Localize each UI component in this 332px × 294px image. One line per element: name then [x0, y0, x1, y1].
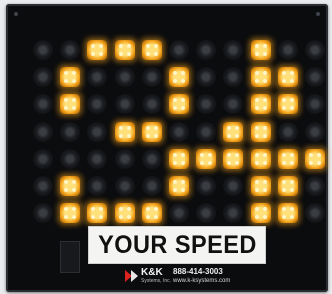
led-pixel-off: [305, 176, 325, 196]
led-pixel-off: [87, 121, 108, 142]
led-pixel-off: [196, 203, 217, 224]
led-pixel-off: [223, 203, 244, 224]
led-pixel-off: [305, 67, 325, 88]
led-pixel-off: [196, 67, 217, 88]
led-pixel-lit: [305, 148, 325, 169]
led-pixel-off: [114, 148, 135, 169]
led-pixel-off: [223, 67, 244, 88]
led-pixel-lit: [141, 203, 162, 224]
led-pixel-lit: [169, 148, 189, 169]
led-pixel-off: [33, 40, 53, 60]
led-pixel-lit: [250, 203, 271, 224]
led-pixel-lit: [277, 148, 298, 169]
led-pixel-off: [196, 176, 217, 196]
led-pixel-off: [141, 67, 162, 88]
led-pixel-off: [33, 148, 53, 169]
led-pixel-off: [196, 121, 217, 142]
kk-logo-icon: [125, 270, 139, 282]
led-pixel-lit: [169, 176, 189, 196]
led-pixel-off: [277, 40, 298, 60]
led-pixel-off: [60, 40, 81, 60]
led-pixel-lit: [250, 176, 271, 196]
led-pixel-lit: [277, 203, 298, 224]
led-pixel-off: [223, 94, 244, 115]
led-pixel-off: [305, 94, 325, 115]
led-pixel-off: [87, 176, 108, 196]
led-pixel-off: [305, 40, 325, 60]
led-pixel-lit: [87, 203, 108, 224]
led-pixel-lit: [60, 94, 81, 115]
led-pixel-off: [141, 176, 162, 196]
led-pixel-off: [305, 121, 325, 142]
led-pixel-lit: [250, 94, 271, 115]
led-pixel-lit: [223, 121, 244, 142]
led-pixel-off: [196, 40, 217, 60]
brand-subtitle: Systems, Inc.: [141, 278, 172, 284]
led-pixel-off: [33, 176, 53, 196]
contact-info: 888-414-3003 www.k-ksystems.com: [173, 267, 230, 285]
led-pixel-off: [141, 94, 162, 115]
led-pixel-lit: [169, 94, 189, 115]
brand-logo: K&K Systems, Inc.: [125, 268, 171, 284]
led-pixel-lit: [87, 40, 108, 60]
led-pixel-lit: [196, 148, 217, 169]
led-pixel-off: [87, 67, 108, 88]
led-pixel-off: [169, 203, 189, 224]
led-pixel-lit: [114, 40, 135, 60]
led-pixel-lit: [223, 148, 244, 169]
led-pixel-lit: [169, 67, 189, 88]
led-pixel-off: [60, 121, 81, 142]
led-pixel-lit: [250, 40, 271, 60]
led-pixel-off: [114, 94, 135, 115]
led-pixel-off: [33, 94, 53, 115]
led-pixel-off: [87, 148, 108, 169]
radar-sensor-panel: [60, 241, 80, 273]
led-pixel-lit: [114, 203, 135, 224]
led-pixel-off: [277, 121, 298, 142]
phone-number: 888-414-3003: [173, 267, 223, 276]
led-pixel-lit: [141, 40, 162, 60]
led-pixel-lit: [277, 67, 298, 88]
led-pixel-off: [141, 148, 162, 169]
led-pixel-off: [114, 67, 135, 88]
led-pixel-off: [223, 40, 244, 60]
led-pixel-off: [60, 148, 81, 169]
led-pixel-lit: [250, 121, 271, 142]
led-pixel-off: [87, 94, 108, 115]
led-pixel-lit: [60, 176, 81, 196]
led-pixel-off: [33, 121, 53, 142]
led-pixel-off: [196, 94, 217, 115]
led-pixel-off: [305, 203, 325, 224]
led-pixel-off: [33, 203, 53, 224]
led-pixel-lit: [277, 176, 298, 196]
website-url: www.k-ksystems.com: [173, 278, 231, 284]
led-pixel-lit: [141, 121, 162, 142]
your-speed-plate: YOUR SPEED: [88, 226, 266, 264]
brand-name: K&K: [141, 267, 163, 278]
led-pixel-off: [169, 121, 189, 142]
your-speed-label: YOUR SPEED: [97, 230, 257, 259]
led-pixel-lit: [60, 203, 81, 224]
led-pixel-lit: [60, 67, 81, 88]
led-pixel-off: [114, 176, 135, 196]
led-pixel-lit: [250, 148, 271, 169]
led-pixel-lit: [277, 94, 298, 115]
led-pixel-off: [223, 176, 244, 196]
led-pixel-lit: [114, 121, 135, 142]
led-pixel-lit: [250, 67, 271, 88]
led-pixel-off: [33, 67, 53, 88]
led-pixel-off: [169, 40, 189, 60]
